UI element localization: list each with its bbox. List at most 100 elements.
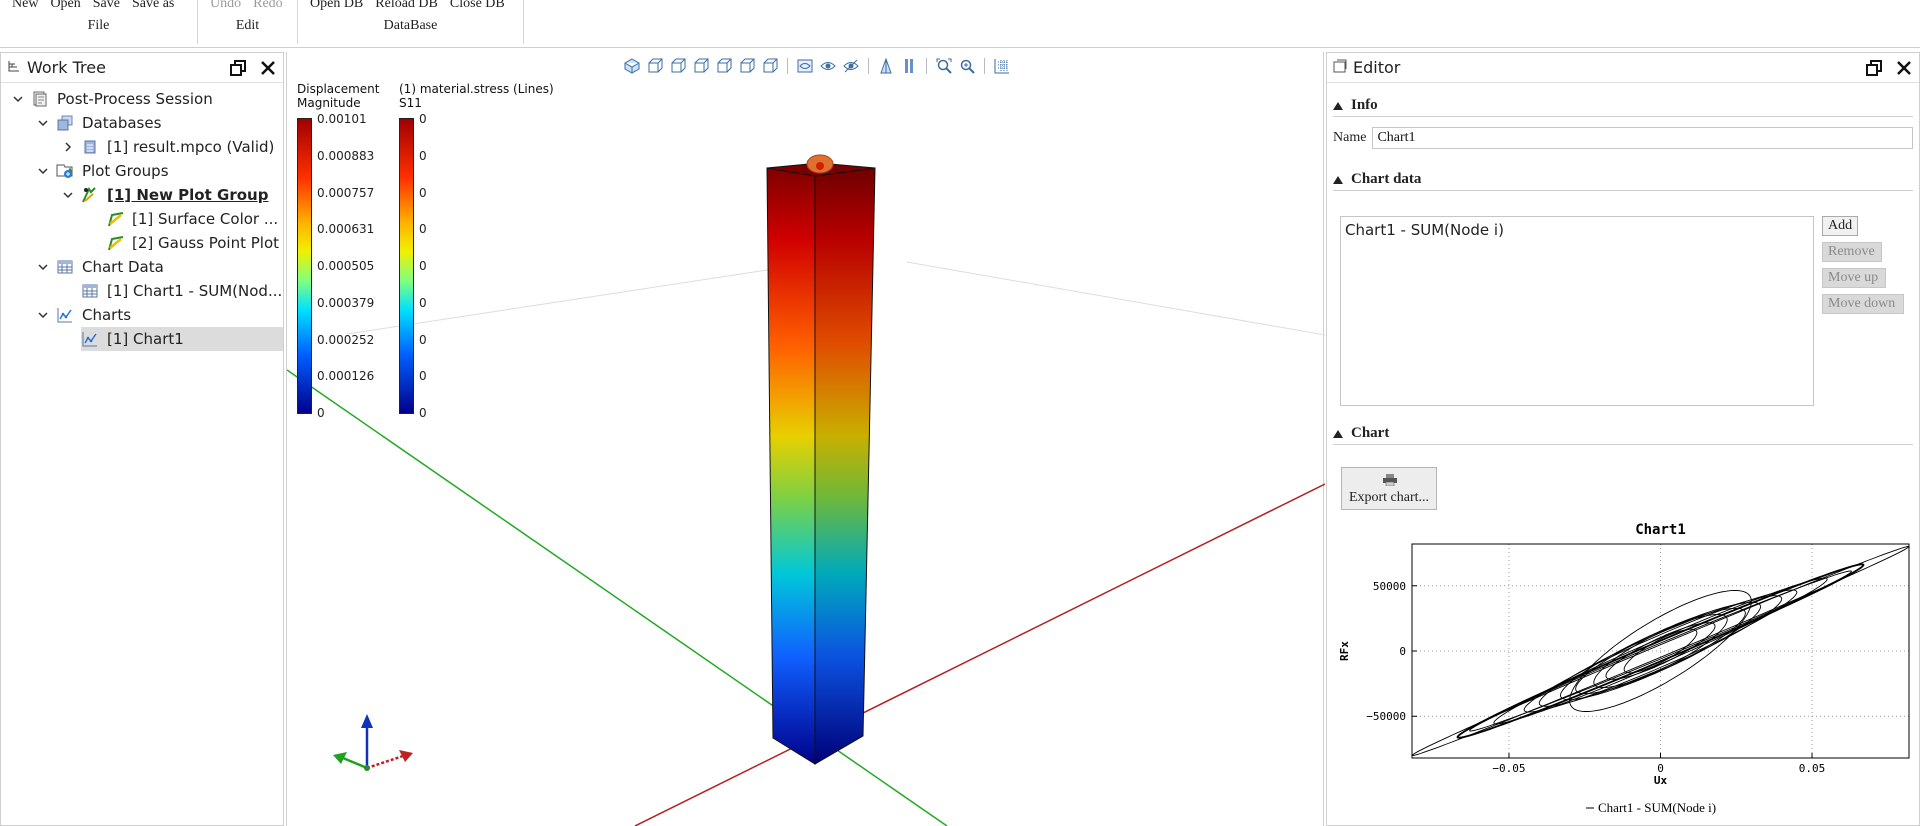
close-panel-icon[interactable]	[259, 59, 277, 77]
section-title: Chart	[1351, 425, 1390, 441]
chevron-down-icon[interactable]	[34, 306, 52, 324]
tree-item[interactable]: [2] Gauss Point Plot	[1, 231, 283, 255]
legend-entry: Chart1 - SUM(Node i)	[1598, 800, 1716, 815]
tree-item[interactable]: Plot Groups	[1, 159, 283, 183]
work-tree: Post-Process Session Databases [1] result.…	[1, 83, 283, 351]
reload-db-button[interactable]: Reload DB	[375, 0, 438, 11]
legend-tick-label: 0.000757	[317, 185, 375, 200]
view-left-icon[interactable]	[692, 57, 710, 75]
chevron-down-icon[interactable]	[9, 90, 27, 108]
work-tree-header: Work Tree	[1, 53, 283, 83]
hysteresis-chart[interactable]: Chart1−0.05 0 0.05−50000050000UxRFxChart1 …	[1334, 518, 1914, 816]
chart-section-header[interactable]: Chart	[1333, 423, 1913, 445]
tree-item-label: [1] Chart1	[107, 330, 184, 348]
work-tree-panel: Work Tree Post-Process Session Databases […	[0, 52, 284, 826]
open-button[interactable]: Open	[50, 0, 80, 11]
new-button[interactable]: New	[12, 0, 38, 11]
float-panel-icon[interactable]	[1865, 59, 1883, 77]
table-icon	[81, 282, 99, 300]
zoom-icon[interactable]	[958, 57, 976, 75]
plot-icon	[106, 234, 124, 252]
chart-section: Chart	[1333, 423, 1913, 445]
chevron-down-icon[interactable]	[59, 186, 77, 204]
move-down-button[interactable]: Move down	[1822, 294, 1904, 314]
list-item[interactable]: Chart1 - SUM(Node i)	[1345, 221, 1809, 239]
chevron-down-icon[interactable]	[34, 162, 52, 180]
editor-title: Editor	[1353, 58, 1401, 77]
parallel-icon[interactable]	[900, 57, 918, 75]
y-tick-label: −50000	[1366, 710, 1406, 723]
close-db-button[interactable]: Close DB	[450, 0, 505, 11]
undo-button[interactable]: Undo	[210, 0, 241, 11]
perspective-icon[interactable]	[877, 57, 895, 75]
info-section-header[interactable]: Info	[1333, 95, 1913, 117]
name-label: Name	[1333, 130, 1367, 145]
chevron-right-icon[interactable]	[59, 138, 77, 156]
save-button[interactable]: Save	[93, 0, 120, 11]
displacement-color-bar	[297, 118, 312, 414]
redo-button[interactable]: Redo	[253, 0, 283, 11]
chart-data-list[interactable]: Chart1 - SUM(Node i)	[1340, 216, 1814, 406]
open-db-button[interactable]: Open DB	[310, 0, 363, 11]
close-panel-icon[interactable]	[1895, 59, 1913, 77]
x-axis-label: Ux	[1654, 774, 1668, 787]
legend-tick-label: 0	[419, 295, 427, 310]
toolbar-separator	[926, 58, 927, 74]
table-icon	[56, 258, 74, 276]
float-panel-icon[interactable]	[229, 59, 247, 77]
tree-item[interactable]: [1] Surface Color ...	[1, 207, 283, 231]
plot-icon	[106, 210, 124, 228]
tree-item[interactable]: [1] result.mpco (Valid)	[1, 135, 283, 159]
x-axis-line	[634, 483, 1325, 826]
tree-item[interactable]: Charts	[1, 303, 283, 327]
legend-tick-label: 0	[419, 148, 427, 163]
view-top-icon[interactable]	[738, 57, 756, 75]
printer-icon	[1383, 474, 1397, 491]
tree-item-label: Plot Groups	[82, 162, 169, 180]
hide-icon[interactable]	[842, 57, 860, 75]
view-iso-icon[interactable]	[623, 57, 641, 75]
tree-item[interactable]: Databases	[1, 111, 283, 135]
visibility-icon[interactable]	[796, 57, 814, 75]
chevron-down-icon[interactable]	[34, 114, 52, 132]
column-front-face	[766, 167, 816, 765]
view-front-icon[interactable]	[646, 57, 664, 75]
view-back-icon[interactable]	[669, 57, 687, 75]
view-bottom-icon[interactable]	[761, 57, 779, 75]
remove-button[interactable]: Remove	[1822, 242, 1882, 262]
3d-viewport[interactable]: Displacement Magnitude 0.00101 0.000883 0.…	[286, 52, 1325, 826]
tree-item[interactable]: [1] Chart1	[1, 327, 283, 351]
legend-tick-label: 0	[317, 406, 325, 420]
toolbar-separator	[868, 58, 869, 74]
stress-color-bar	[399, 118, 414, 414]
tree-item[interactable]: [1] Chart1 - SUM(Nod...	[1, 279, 283, 303]
tree-item[interactable]: Post-Process Session	[1, 87, 283, 111]
grid-settings-icon[interactable]	[993, 57, 1011, 75]
legend-tick-label: 0.000252	[317, 332, 375, 347]
chart-data-section-header[interactable]: Chart data	[1333, 169, 1913, 191]
show-icon[interactable]	[819, 57, 837, 75]
toolbar-separator	[984, 58, 985, 74]
tree-item[interactable]: Chart Data	[1, 255, 283, 279]
name-input[interactable]	[1372, 127, 1913, 149]
save-as-button[interactable]: Save as	[132, 0, 174, 11]
legend-tick-label: 0	[419, 259, 427, 273]
move-up-button[interactable]: Move up	[1822, 268, 1886, 288]
ribbon-group-title: Edit	[235, 18, 260, 33]
legend-tick-label: 0	[419, 222, 427, 237]
tree-item[interactable]: [1] New Plot Group	[1, 183, 283, 207]
legend-tick-label: 0	[419, 185, 427, 200]
3d-scene[interactable]	[287, 52, 1325, 826]
view-right-icon[interactable]	[715, 57, 733, 75]
legend-tick-label: 0.000126	[317, 369, 375, 384]
ribbon-group-title: File	[87, 18, 110, 33]
work-tree-title: Work Tree	[27, 58, 106, 77]
view-toolbar	[623, 56, 1011, 76]
zoom-fit-icon[interactable]	[935, 57, 953, 75]
chevron-down-icon[interactable]	[34, 258, 52, 276]
tree-item-label: Databases	[82, 114, 162, 132]
add-button[interactable]: Add	[1822, 216, 1858, 236]
axis-triad	[333, 714, 413, 771]
tree-item-label: [1] Chart1 - SUM(Nod...	[107, 282, 283, 300]
export-chart-button[interactable]: Export chart...	[1341, 467, 1437, 510]
